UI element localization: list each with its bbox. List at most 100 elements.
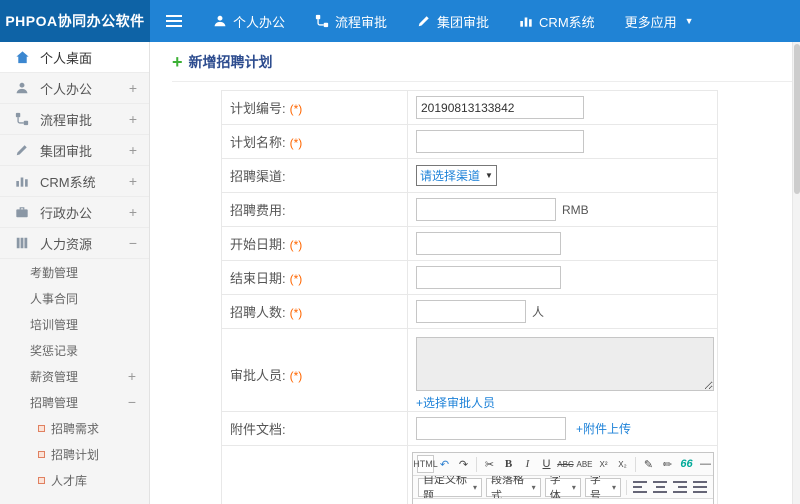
- sidebar-item-workflow-approval[interactable]: 流程审批 +: [0, 104, 149, 135]
- align-right-button[interactable]: [673, 481, 687, 493]
- dropdown-label: 字号: [589, 476, 601, 499]
- library-icon: [15, 236, 33, 250]
- horizontal-rule-button[interactable]: —: [697, 455, 713, 473]
- plan-no-input[interactable]: [416, 96, 584, 119]
- nav-label: 集团审批: [437, 14, 490, 30]
- expand-icon[interactable]: +: [129, 174, 137, 188]
- blockquote-button[interactable]: 66: [678, 455, 695, 473]
- expand-icon[interactable]: +: [129, 112, 137, 126]
- table-row: 计划编号: (*): [221, 90, 718, 125]
- toolbar-divider: [476, 456, 477, 472]
- nav-crm-system[interactable]: CRM系统: [504, 0, 610, 42]
- collapse-icon[interactable]: −: [128, 395, 136, 409]
- align-center-button[interactable]: [653, 481, 667, 493]
- field-label: 开始日期:: [230, 237, 286, 252]
- html-source-button[interactable]: HTML: [413, 455, 438, 473]
- sidebar-item-recruit-need[interactable]: 招聘需求: [0, 415, 149, 441]
- bold-button[interactable]: B: [500, 455, 517, 473]
- align-left-button[interactable]: [633, 481, 647, 493]
- sidebar-item-label: 奖惩记录: [30, 343, 79, 358]
- collapse-icon[interactable]: −: [129, 236, 137, 250]
- sidebar-item-recruit-mgmt[interactable]: 招聘管理 −: [0, 389, 149, 415]
- field-label: 结束日期:: [230, 271, 286, 286]
- underline-button[interactable]: U: [538, 455, 555, 473]
- sidebar: 个人桌面 个人办公 + 流程审批 + 集团审批 + CRM系统 + 行政办公 +…: [0, 42, 150, 504]
- expand-icon[interactable]: +: [129, 143, 137, 157]
- superscript-button[interactable]: X²: [595, 455, 612, 473]
- bullet-icon: [38, 424, 45, 432]
- sidebar-item-label: 人力资源: [40, 236, 93, 252]
- required-mark: (*): [289, 272, 303, 286]
- sidebar-item-admin-office[interactable]: 行政办公 +: [0, 197, 149, 228]
- menu-toggle-button[interactable]: [150, 0, 198, 42]
- person-icon: [15, 81, 33, 95]
- scrollbar-thumb[interactable]: [794, 44, 800, 194]
- expand-icon[interactable]: +: [128, 369, 136, 383]
- sidebar-item-label: 培训管理: [30, 317, 79, 332]
- nav-more-apps[interactable]: 更多应用 ▼: [610, 0, 709, 42]
- sidebar-item-training[interactable]: 培训管理: [0, 311, 149, 337]
- table-row: 计划名称: (*): [221, 124, 718, 159]
- paragraph-format-dropdown[interactable]: 段落格式 ▾: [485, 476, 541, 498]
- sidebar-item-attendance[interactable]: 考勤管理: [0, 259, 149, 285]
- sidebar-item-recruit-plan[interactable]: 招聘计划: [0, 441, 149, 467]
- format-brush-button[interactable]: ✏: [659, 455, 676, 473]
- font-family-dropdown[interactable]: 字体 ▾: [544, 476, 581, 498]
- undo-button[interactable]: ↶: [436, 455, 453, 473]
- approver-textarea[interactable]: [416, 337, 714, 391]
- nav-group-approval[interactable]: 集团审批: [402, 0, 504, 42]
- choose-approver-link[interactable]: +选择审批人员: [416, 396, 495, 410]
- attachment-input[interactable]: [416, 417, 566, 440]
- fee-input[interactable]: [416, 198, 556, 221]
- toolbar-divider: [626, 479, 627, 495]
- hamburger-icon: [166, 15, 182, 27]
- sidebar-item-talent-pool[interactable]: 人才库: [0, 467, 149, 493]
- table-row: 结束日期: (*): [221, 260, 718, 295]
- table-row: 招聘渠道: 请选择渠道 ▼: [221, 158, 718, 193]
- sidebar-item-label: 个人办公: [40, 81, 93, 97]
- custom-title-dropdown[interactable]: 自定义标题 ▾: [418, 476, 482, 498]
- pencil-button[interactable]: ✎: [640, 455, 657, 473]
- subscript-button[interactable]: X₂: [614, 455, 631, 473]
- topbar: PHPOA协同办公软件 个人办公 流程审批 集团审批 CRM系统 更多应用 ▼: [0, 0, 800, 42]
- remove-format-button[interactable]: ABE: [576, 455, 593, 473]
- sidebar-item-desktop[interactable]: 个人桌面: [0, 42, 149, 73]
- recruit-plan-form: 计划编号:(*) 计划名称:(*) 招聘渠道: 请选择渠道 ▼: [221, 90, 718, 504]
- editor-content-area[interactable]: [413, 499, 713, 504]
- sidebar-item-salary[interactable]: 薪资管理 +: [0, 363, 149, 389]
- channel-select-value: 请选择渠道: [420, 169, 481, 183]
- nav-personal-office[interactable]: 个人办公: [198, 0, 300, 42]
- bar-chart-icon: [15, 174, 33, 188]
- sidebar-item-human-resources[interactable]: 人力资源 −: [0, 228, 149, 259]
- sidebar-item-label: 行政办公: [40, 205, 93, 221]
- field-label: 招聘渠道:: [230, 169, 286, 184]
- chevron-down-icon: ▾: [571, 482, 576, 492]
- table-row: 招聘费用: RMB: [221, 192, 718, 227]
- sidebar-item-personal-office[interactable]: 个人办公 +: [0, 73, 149, 104]
- expand-icon[interactable]: +: [129, 81, 137, 95]
- cut-button[interactable]: ✂: [481, 455, 498, 473]
- edit-icon: [15, 143, 33, 157]
- plan-name-input[interactable]: [416, 130, 584, 153]
- start-date-input[interactable]: [416, 232, 561, 255]
- italic-button[interactable]: I: [519, 455, 536, 473]
- chevron-down-icon: ▼: [485, 171, 493, 180]
- align-justify-button[interactable]: [693, 481, 707, 493]
- end-date-input[interactable]: [416, 266, 561, 289]
- headcount-input[interactable]: [416, 300, 526, 323]
- sidebar-item-rewards[interactable]: 奖惩记录: [0, 337, 149, 363]
- vertical-scrollbar[interactable]: [792, 42, 800, 504]
- expand-icon[interactable]: +: [129, 205, 137, 219]
- sidebar-item-hr-contract[interactable]: 人事合同: [0, 285, 149, 311]
- nav-workflow-approval[interactable]: 流程审批: [300, 0, 402, 42]
- redo-button[interactable]: ↷: [455, 455, 472, 473]
- add-icon: +: [172, 51, 183, 72]
- attachment-upload-link[interactable]: +附件上传: [576, 422, 631, 436]
- font-size-dropdown[interactable]: 字号 ▾: [584, 476, 621, 499]
- sidebar-item-crm-system[interactable]: CRM系统 +: [0, 166, 149, 197]
- strikethrough-button[interactable]: ABC: [557, 455, 574, 473]
- sidebar-item-group-approval[interactable]: 集团审批 +: [0, 135, 149, 166]
- page-title-bar: + 新增招聘计划: [172, 42, 800, 82]
- required-mark: (*): [289, 306, 303, 320]
- channel-select[interactable]: 请选择渠道 ▼: [416, 165, 497, 186]
